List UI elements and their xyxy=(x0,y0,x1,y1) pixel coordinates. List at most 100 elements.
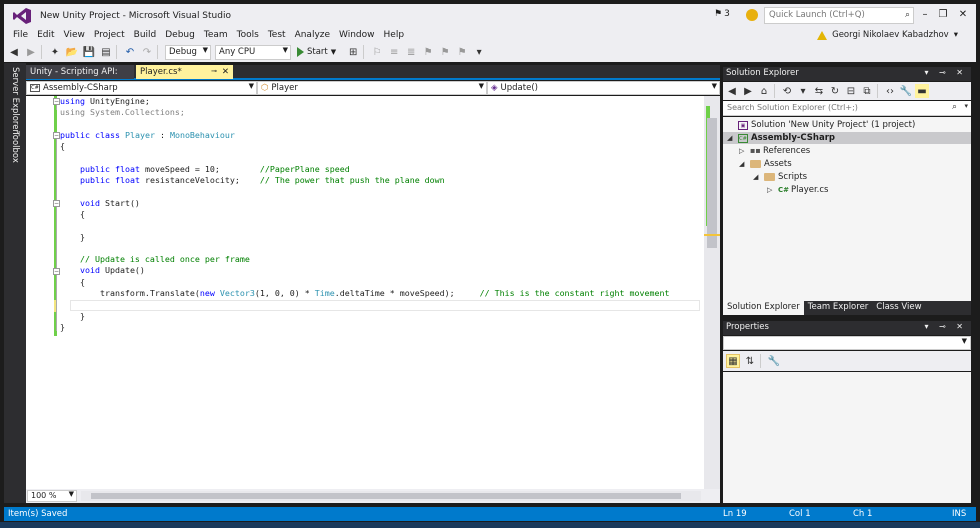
breakpoint-toolbar-icon[interactable]: ⊞ xyxy=(346,45,360,59)
close-button[interactable]: ✕ xyxy=(954,7,972,23)
close-tab-icon[interactable]: ✕ xyxy=(222,67,229,77)
minimize-button[interactable]: – xyxy=(916,7,934,23)
code-line[interactable]: } xyxy=(60,232,700,243)
code-line[interactable] xyxy=(60,299,700,310)
code-line[interactable]: { xyxy=(60,277,700,288)
code-line[interactable] xyxy=(60,243,700,254)
properties-wrench-icon[interactable]: 🔧 xyxy=(899,84,913,98)
history-icon[interactable]: ⟲ xyxy=(780,84,794,98)
platform-select[interactable]: Any CPU ▼ xyxy=(215,44,291,60)
quick-launch-input[interactable]: Quick Launch (Ctrl+Q) ⌕ xyxy=(764,7,914,24)
panel-controls[interactable]: ▾ ⊸ ✕ xyxy=(924,68,967,77)
code-line[interactable] xyxy=(60,220,700,231)
solution-search-input[interactable]: Search Solution Explorer (Ctrl+;) ⌕ ▾ xyxy=(723,101,971,116)
menu-test[interactable]: Test xyxy=(268,30,286,40)
refresh-icon[interactable]: ↻ xyxy=(828,84,842,98)
editor-horizontal-scrollbar[interactable] xyxy=(81,491,701,501)
code-line[interactable]: using System.Collections; xyxy=(60,107,700,118)
menu-project[interactable]: Project xyxy=(94,30,125,40)
menu-team[interactable]: Team xyxy=(204,30,228,40)
code-line[interactable]: } xyxy=(60,311,700,322)
preview-selected-icon[interactable]: ▬ xyxy=(915,84,929,98)
code-line[interactable]: public float resistanceVelocity; // The … xyxy=(60,175,700,186)
comment-icon[interactable]: ≡ xyxy=(387,45,401,59)
code-line[interactable]: transform.Translate(new Vector3(1, 0, 0)… xyxy=(60,288,700,299)
member-nav-select[interactable]: ◈ Update() ▼ xyxy=(487,81,720,95)
code-line[interactable]: } xyxy=(60,322,700,333)
collapsed-arrow-icon[interactable]: ▷ xyxy=(767,186,775,194)
code-line[interactable] xyxy=(60,186,700,197)
start-button[interactable]: Start ▼ xyxy=(297,47,336,57)
tab-player-cs[interactable]: Player.cs* ⊸ ✕ xyxy=(136,65,233,79)
save-icon[interactable]: 💾 xyxy=(82,45,96,59)
navigate-back-icon[interactable]: ◀ xyxy=(7,45,21,59)
tree-item-player-cs[interactable]: ▷ C# Player.cs xyxy=(767,184,828,196)
properties-object-select[interactable]: ▼ xyxy=(723,336,971,350)
menu-view[interactable]: View xyxy=(64,30,85,40)
menu-edit[interactable]: Edit xyxy=(37,30,54,40)
menu-help[interactable]: Help xyxy=(384,30,405,40)
pending-changes-icon[interactable]: ▾ xyxy=(796,84,810,98)
bookmark-clear-icon[interactable]: ⚑ xyxy=(455,45,469,59)
collapse-update-icon[interactable]: − xyxy=(53,268,60,275)
menu-debug[interactable]: Debug xyxy=(165,30,195,40)
collapse-class-icon[interactable]: − xyxy=(53,132,60,139)
zoom-select[interactable]: 100 % ▼ xyxy=(27,490,77,502)
show-all-files-icon[interactable]: ⧉ xyxy=(860,84,874,98)
collapse-all-icon[interactable]: ⊟ xyxy=(844,84,858,98)
tree-item-assets[interactable]: ◢ Assets xyxy=(739,158,792,170)
scrollbar-thumb[interactable] xyxy=(91,493,681,499)
code-line[interactable] xyxy=(60,119,700,130)
menu-build[interactable]: Build xyxy=(134,30,157,40)
tab-team-explorer[interactable]: Team Explorer xyxy=(804,301,873,315)
sync-icon[interactable]: ⇆ xyxy=(812,84,826,98)
configuration-select[interactable]: Debug ▼ xyxy=(165,44,211,60)
pin-icon[interactable]: ⊸ xyxy=(211,67,217,75)
tree-item-solution[interactable]: ▣ Solution 'New Unity Project' (1 projec… xyxy=(727,119,915,131)
editor-vertical-scrollbar[interactable] xyxy=(704,96,720,489)
expanded-arrow-icon[interactable]: ◢ xyxy=(727,134,735,142)
tree-item-references[interactable]: ▷ ▪▪ References xyxy=(739,145,810,157)
home-icon[interactable]: ⌂ xyxy=(757,84,771,98)
alphabetical-icon[interactable]: ⇅ xyxy=(743,354,757,368)
maximize-button[interactable]: ❐ xyxy=(934,7,952,23)
class-nav-select[interactable]: ⬡ Player ▼ xyxy=(257,81,487,95)
menu-tools[interactable]: Tools xyxy=(237,30,259,40)
view-code-icon[interactable]: ‹› xyxy=(883,84,897,98)
new-project-icon[interactable]: ✦ xyxy=(48,45,62,59)
menu-window[interactable]: Window xyxy=(339,30,375,40)
property-pages-icon[interactable]: 🔧 xyxy=(767,354,781,368)
feedback-smiley-icon[interactable] xyxy=(746,9,758,21)
notifications[interactable]: ⚑ 3 xyxy=(714,9,730,19)
undo-icon[interactable]: ↶ xyxy=(123,45,137,59)
code-editor[interactable]: − − − − using UnityEngine; using System.C… xyxy=(26,96,720,489)
forward-icon[interactable]: ▶ xyxy=(741,84,755,98)
tree-item-scripts[interactable]: ◢ Scripts xyxy=(753,171,807,183)
server-explorer-tab[interactable]: Server Explorer xyxy=(10,67,20,133)
code-line[interactable]: using UnityEngine; xyxy=(60,96,700,107)
bookmark-icon[interactable]: ⚐ xyxy=(370,45,384,59)
code-line[interactable]: { xyxy=(60,209,700,220)
redo-icon[interactable]: ↷ xyxy=(140,45,154,59)
toolbox-tab[interactable]: Toolbox xyxy=(10,131,20,163)
expanded-arrow-icon[interactable]: ◢ xyxy=(739,160,747,168)
code-line[interactable]: public class Player : MonoBehaviour xyxy=(60,130,700,141)
code-text[interactable]: using UnityEngine; using System.Collectio… xyxy=(60,96,700,333)
panel-controls[interactable]: ▾ ⊸ ✕ xyxy=(924,322,967,331)
bookmark-prev-icon[interactable]: ⚑ xyxy=(421,45,435,59)
code-line[interactable]: void Start() xyxy=(60,198,700,209)
save-all-icon[interactable]: ▤ xyxy=(99,45,113,59)
tree-item-assembly-csharp[interactable]: ◢ C# Assembly-CSharp xyxy=(723,132,971,144)
menu-analyze[interactable]: Analyze xyxy=(295,30,330,40)
code-line[interactable] xyxy=(60,152,700,163)
code-line[interactable]: void Update() xyxy=(60,265,700,276)
menu-file[interactable]: File xyxy=(13,30,28,40)
scrollbar-thumb[interactable] xyxy=(707,118,717,248)
user-account[interactable]: Georgi Nikolaev Kabadzhov ▾ xyxy=(817,30,958,40)
tab-class-view[interactable]: Class View xyxy=(872,301,925,315)
expanded-arrow-icon[interactable]: ◢ xyxy=(753,173,761,181)
code-line[interactable]: { xyxy=(60,141,700,152)
tab-unity-scripting-api[interactable]: Unity - Scripting API: xyxy=(26,65,134,79)
uncomment-icon[interactable]: ≣ xyxy=(404,45,418,59)
collapse-start-icon[interactable]: − xyxy=(53,200,60,207)
